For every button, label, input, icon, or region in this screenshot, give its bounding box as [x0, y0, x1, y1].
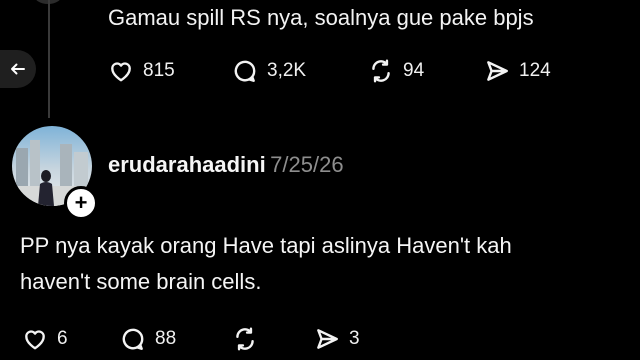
back-button[interactable]: [0, 50, 36, 88]
heart-icon: [111, 62, 131, 82]
post-text-line-1: PP nya kayak orang Have tapi aslinya Hav…: [20, 233, 512, 258]
post-share-count: 3: [349, 328, 360, 349]
post-date: 7/25/26: [270, 152, 344, 177]
post-share-button[interactable]: 3: [314, 326, 360, 352]
post-like-button[interactable]: 6: [22, 326, 68, 352]
comment-button[interactable]: 3,2K: [232, 58, 306, 84]
post-header: erudarahaadini 7/25/26: [108, 152, 344, 178]
post-repost-button[interactable]: [232, 326, 258, 352]
reply-text: Gamau spill RS nya, soalnya gue pake bpj…: [108, 5, 534, 30]
repost-button[interactable]: 94: [368, 58, 424, 84]
share-button[interactable]: 124: [484, 58, 551, 84]
post-like-count: 6: [57, 328, 68, 349]
send-icon: [487, 61, 508, 81]
thread-line: [48, 0, 50, 118]
post-text-line-2: haven't some brain cells.: [20, 269, 262, 294]
heart-icon: [25, 330, 45, 350]
send-icon: [317, 329, 338, 349]
username[interactable]: erudarahaadini: [108, 152, 266, 177]
arrow-left-icon: [11, 63, 25, 75]
follow-plus-icon[interactable]: +: [64, 186, 98, 220]
like-button[interactable]: 815: [108, 58, 175, 84]
post-comment-count: 88: [155, 328, 177, 349]
post-comment-button[interactable]: 88: [120, 326, 176, 352]
comment-bubble-icon: [234, 60, 256, 82]
like-count: 815: [143, 60, 175, 81]
repost-icon: [236, 327, 254, 351]
comment-count: 3,2K: [267, 60, 307, 81]
repost-count: 94: [403, 60, 425, 81]
comment-bubble-icon: [122, 328, 144, 350]
repost-icon: [372, 59, 390, 83]
share-count: 124: [519, 60, 551, 81]
